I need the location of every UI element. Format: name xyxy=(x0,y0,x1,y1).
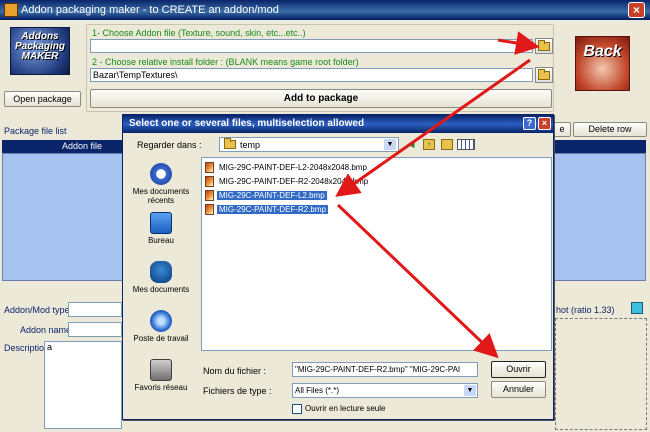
arrow-to-browse xyxy=(497,31,540,55)
arrow-to-open-button xyxy=(336,203,499,359)
arrow-to-selected-files xyxy=(335,58,531,197)
annotation-arrows xyxy=(335,31,540,359)
